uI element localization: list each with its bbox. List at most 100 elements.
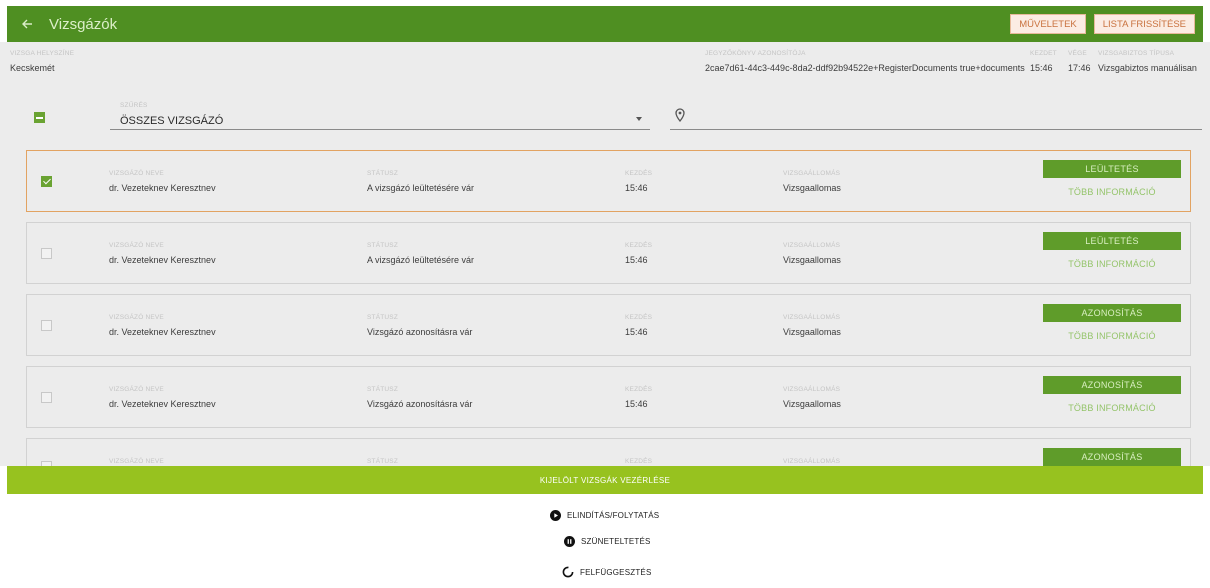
top-bar-actions: MŰVELETEK LISTA FRISSÍTÉSE	[1010, 14, 1195, 34]
proctor-type: VIZSGABIZTOS TÍPUSA Vizsgabiztos manuáli…	[1098, 50, 1197, 73]
content-area: VIZSGA HELYSZÍNE Kecskemét JEGYZŐKÖNYV A…	[0, 42, 1210, 478]
cell-station-label: VIZSGAÁLLOMÁS	[783, 170, 841, 177]
refresh-list-button[interactable]: LISTA FRISSÍTÉSE	[1093, 14, 1195, 34]
cell-name-value: dr. Vezeteknev Keresztnev	[109, 327, 216, 337]
pause-circle-icon	[564, 536, 575, 547]
record-id-value: 2cae7d61-44c3-449c-8da2-ddf92b94522e+Reg…	[705, 63, 1025, 73]
cell-name-value: dr. Vezeteknev Keresztnev	[109, 255, 216, 265]
actions-button[interactable]: MŰVELETEK	[1010, 14, 1086, 34]
app-root: Vizsgázók MŰVELETEK LISTA FRISSÍTÉSE VIZ…	[0, 0, 1210, 588]
cell-start: KEZDÉS 15:46	[625, 386, 652, 409]
cell-start-value: 15:46	[625, 255, 648, 265]
selected-exams-control-bar: KIJELÖLT VIZSGÁK VEZÉRLÉSE	[7, 466, 1203, 494]
row-actions: LEÜLTETÉS TÖBB INFORMÁCIÓ	[1043, 160, 1181, 197]
start-resume-label: ELINDÍTÁS/FOLYTATÁS	[567, 511, 660, 520]
cell-start-label: KEZDÉS	[625, 386, 653, 393]
row-actions: AZONOSÍTÁS	[1043, 448, 1181, 466]
cell-status-label: STÁTUSZ	[367, 242, 399, 249]
cell-status: STÁTUSZ A vizsgázó leültetésére vár	[367, 242, 474, 265]
map-pin-icon	[675, 108, 685, 122]
cell-station: VIZSGAÁLLOMÁS Vizsgaallomas	[783, 242, 841, 265]
exam-end-value: 17:46	[1068, 63, 1091, 73]
cell-start-value: 15:46	[625, 327, 648, 337]
cell-name: VIZSGÁZÓ NEVE dr. Vezeteknev Keresztnev	[109, 242, 216, 265]
row-checkbox[interactable]	[41, 392, 52, 403]
record-id-label: JEGYZŐKÖNYV AZONOSÍTÓJA	[705, 50, 806, 57]
cell-status-value: A vizsgázó leültetésére vár	[367, 183, 475, 193]
row-checkbox[interactable]	[41, 176, 52, 187]
cell-station-value: Vizsgaallomas	[783, 255, 841, 265]
select-all-checkbox[interactable]	[34, 112, 45, 123]
cell-name-value: dr. Vezeteknev Keresztnev	[109, 399, 216, 409]
cell-station-value: Vizsgaallomas	[783, 183, 841, 193]
identify-button[interactable]: AZONOSÍTÁS	[1043, 448, 1181, 466]
cell-status-label: STÁTUSZ	[367, 458, 399, 465]
exam-start: KEZDET 15:46	[1030, 50, 1057, 73]
spinner-icon	[562, 566, 574, 578]
cell-station-label: VIZSGAÁLLOMÁS	[783, 242, 841, 249]
cell-station: VIZSGAÁLLOMÁS Vizsgaallomas	[783, 314, 841, 337]
cell-station: VIZSGAÁLLOMÁS Vizsgaallomas	[783, 386, 841, 409]
cell-name-label: VIZSGÁZÓ NEVE	[109, 314, 164, 321]
cell-start: KEZDÉS 15:46	[625, 170, 652, 193]
cell-name-label: VIZSGÁZÓ NEVE	[109, 386, 164, 393]
exam-location: VIZSGA HELYSZÍNE Kecskemét	[10, 50, 74, 73]
cell-start: KEZDÉS 15:46	[625, 314, 652, 337]
cell-status-value: Vizsgázó azonosításra vár	[367, 399, 473, 409]
cell-status-label: STÁTUSZ	[367, 170, 399, 177]
back-arrow-icon[interactable]	[17, 14, 37, 34]
play-circle-icon	[550, 510, 561, 521]
cell-status: STÁTUSZ Vizsgázó azonosításra vár	[367, 314, 472, 337]
exam-control-menu: ELINDÍTÁS/FOLYTATÁS SZÜNETELTETÉS FELFÜG…	[0, 494, 1210, 588]
table-row[interactable]: VIZSGÁZÓ NEVE dr. Vezeteknev Keresztnev …	[26, 366, 1191, 428]
start-resume-item[interactable]: ELINDÍTÁS/FOLYTATÁS	[550, 510, 659, 521]
more-info-link[interactable]: TÖBB INFORMÁCIÓ	[1043, 331, 1181, 341]
cell-start-label: KEZDÉS	[625, 242, 653, 249]
pause-item[interactable]: SZÜNETELTETÉS	[564, 536, 651, 547]
exam-location-label: VIZSGA HELYSZÍNE	[10, 50, 75, 57]
record-id: JEGYZŐKÖNYV AZONOSÍTÓJA 2cae7d61-44c3-44…	[705, 50, 1025, 73]
more-info-link[interactable]: TÖBB INFORMÁCIÓ	[1043, 403, 1181, 413]
cell-name: VIZSGÁZÓ NEVE dr. Vezeteknev Keresztnev	[109, 170, 216, 193]
cell-station: VIZSGAÁLLOMÁS Vizsgaallomas	[783, 170, 841, 193]
location-search-input[interactable]	[670, 102, 1202, 130]
cell-start-value: 15:46	[625, 399, 648, 409]
exam-start-label: KEZDET	[1030, 50, 1057, 57]
row-checkbox[interactable]	[41, 320, 52, 331]
cell-start-value: 15:46	[625, 183, 648, 193]
identify-button[interactable]: AZONOSÍTÁS	[1043, 376, 1181, 394]
cell-name-label: VIZSGÁZÓ NEVE	[109, 170, 164, 177]
row-checkbox[interactable]	[41, 248, 52, 259]
filter-selected-value: ÖSSZES VIZSGÁZÓ	[120, 115, 224, 127]
cell-start-label: KEZDÉS	[625, 458, 653, 465]
more-info-link[interactable]: TÖBB INFORMÁCIÓ	[1043, 259, 1181, 269]
cell-name-label: VIZSGÁZÓ NEVE	[109, 242, 164, 249]
cell-name: VIZSGÁZÓ NEVE	[109, 458, 164, 465]
identify-button[interactable]: AZONOSÍTÁS	[1043, 304, 1181, 322]
row-actions: LEÜLTETÉS TÖBB INFORMÁCIÓ	[1043, 232, 1181, 269]
cell-status: STÁTUSZ Vizsgázó azonosításra vár	[367, 386, 472, 409]
cell-name: VIZSGÁZÓ NEVE dr. Vezeteknev Keresztnev	[109, 386, 216, 409]
seat-button[interactable]: LEÜLTETÉS	[1043, 160, 1181, 178]
cell-start: KEZDÉS	[625, 458, 652, 465]
filter-select[interactable]: SZŰRÉS ÖSSZES VIZSGÁZÓ	[110, 102, 650, 130]
filter-label: SZŰRÉS	[120, 102, 148, 109]
cell-start-label: KEZDÉS	[625, 170, 653, 177]
cell-status: STÁTUSZ	[367, 458, 398, 465]
cell-status-label: STÁTUSZ	[367, 386, 399, 393]
table-row[interactable]: VIZSGÁZÓ NEVE dr. Vezeteknev Keresztnev …	[26, 222, 1191, 284]
exam-start-value: 15:46	[1030, 63, 1053, 73]
exam-end: VÉGE 17:46	[1068, 50, 1091, 73]
table-row[interactable]: VIZSGÁZÓ NEVE dr. Vezeteknev Keresztnev …	[26, 294, 1191, 356]
more-info-link[interactable]: TÖBB INFORMÁCIÓ	[1043, 187, 1181, 197]
page-title: Vizsgázók	[49, 15, 118, 33]
seat-button[interactable]: LEÜLTETÉS	[1043, 232, 1181, 250]
proctor-type-label: VIZSGABIZTOS TÍPUSA	[1098, 50, 1175, 57]
cell-start: KEZDÉS 15:46	[625, 242, 652, 265]
suspend-item[interactable]: FELFÜGGESZTÉS	[562, 566, 652, 578]
table-row[interactable]: VIZSGÁZÓ NEVE dr. Vezeteknev Keresztnev …	[26, 150, 1191, 212]
row-actions: AZONOSÍTÁS TÖBB INFORMÁCIÓ	[1043, 304, 1181, 341]
cell-station-label: VIZSGAÁLLOMÁS	[783, 314, 841, 321]
chevron-down-icon	[636, 117, 642, 121]
cell-status-value: A vizsgázó leültetésére vár	[367, 255, 475, 265]
